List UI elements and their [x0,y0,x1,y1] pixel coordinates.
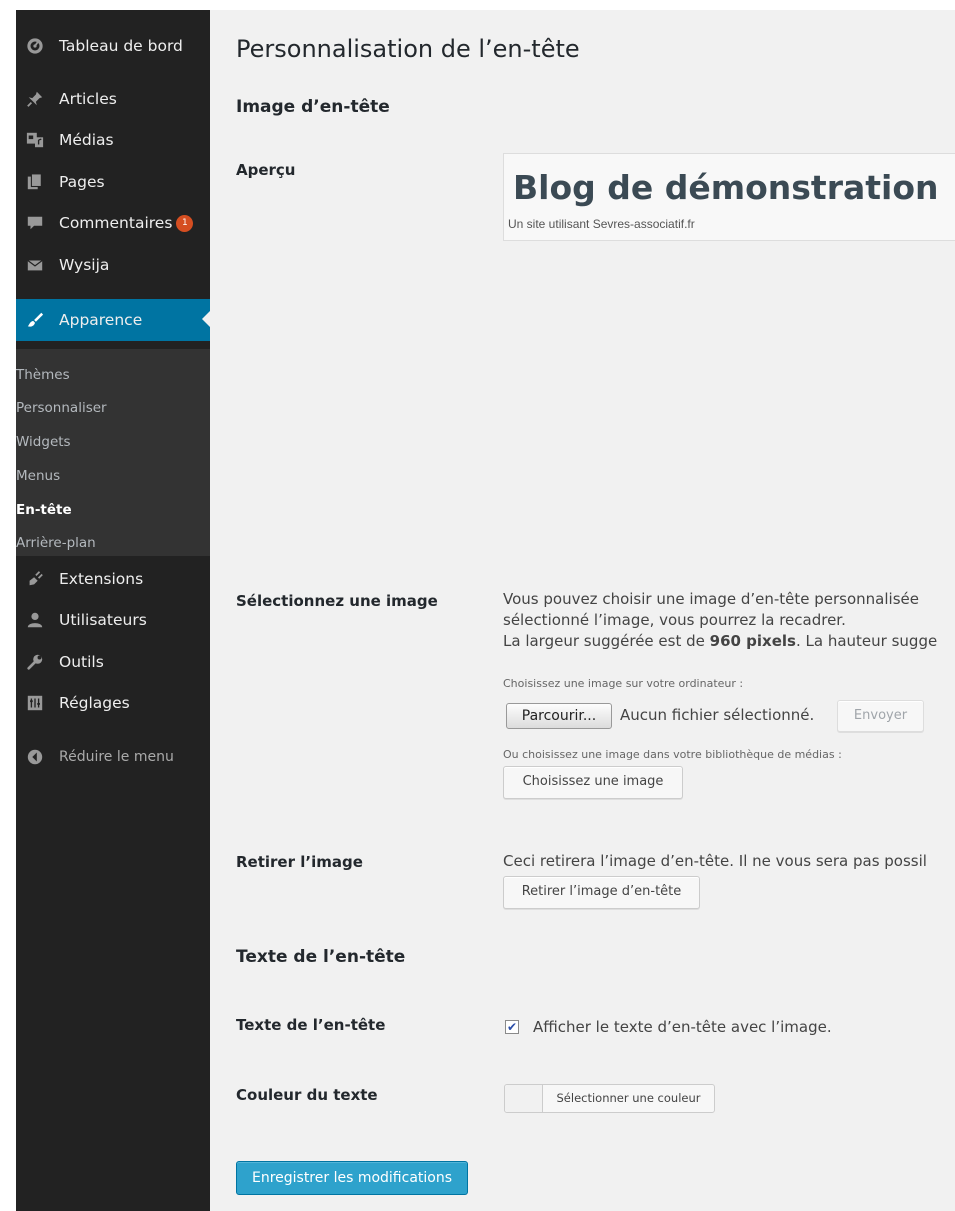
select-image-desc-1: Vous pouvez choisir une image d’en-tête … [503,590,919,608]
preview-label: Aperçu [236,161,296,179]
sidebar-item-label: Réglages [59,694,130,712]
remove-image-desc: Ceci retirera l’image d’en-tête. Il ne v… [503,852,927,870]
pin-icon [27,91,43,107]
sidebar-item-label: Wysija [59,256,110,274]
remove-image-label: Retirer l’image [236,853,363,871]
color-picker-button[interactable]: Sélectionner une couleur [504,1084,715,1113]
sidebar-item-label: Médias [59,131,114,149]
main-content: Personnalisation de l’en-tête Image d’en… [210,10,955,1211]
sidebar-item-label: Apparence [59,311,143,329]
sidebar-item-pages[interactable]: Pages [16,164,210,200]
sidebar-item-extensions[interactable]: Extensions [16,561,210,597]
appearance-submenu: Thèmes Personnaliser Widgets Menus En-tê… [16,349,210,556]
select-color-label: Sélectionner une couleur [556,1091,701,1105]
admin-sidebar: Tableau de bord Articles Médias Pages Co… [16,10,210,1211]
dashboard-icon [27,38,43,54]
submenu-item-widgets[interactable]: Widgets [16,434,71,450]
collapse-arrow-icon [27,749,43,765]
color-swatch[interactable] [505,1085,543,1112]
library-hint: Ou choisissez une image dans votre bibli… [503,748,842,761]
select-image-desc-2: sélectionné l’image, vous pourrez la rec… [503,611,846,629]
submenu-item-themes[interactable]: Thèmes [16,367,70,383]
sidebar-item-medias[interactable]: Médias [16,122,210,158]
page-title: Personnalisation de l’en-tête [236,35,580,63]
browse-file-button[interactable]: Parcourir... [506,703,612,729]
submenu-item-arriere-plan[interactable]: Arrière-plan [16,535,96,551]
sidebar-item-label: Utilisateurs [59,611,147,629]
pages-icon [27,173,42,190]
header-text-label: Texte de l’en-tête [236,1016,386,1034]
show-header-text-checkbox[interactable]: ✔ [505,1020,519,1034]
sidebar-item-dashboard[interactable]: Tableau de bord [16,28,210,64]
submenu-item-personnaliser[interactable]: Personnaliser [16,400,107,416]
section-title-header-image: Image d’en-tête [236,97,390,117]
suggested-width: 960 pixels [709,632,796,650]
upload-hint: Choisissez une image sur votre ordinateu… [503,677,744,690]
sidebar-item-label: Articles [59,90,117,108]
sidebar-item-reglages[interactable]: Réglages [16,685,210,721]
comment-count-badge: 1 [176,215,194,232]
comment-icon [27,216,43,230]
submenu-item-en-tete[interactable]: En-tête [16,502,72,518]
preview-site-title: Blog de démonstration [513,168,939,207]
settings-icon [27,695,43,711]
sidebar-item-apparence[interactable]: Apparence [16,299,210,341]
plugin-icon [29,571,43,586]
save-changes-button[interactable]: Enregistrer les modifications [236,1161,468,1195]
select-image-desc-3: La largeur suggérée est de 960 pixels. L… [503,632,938,650]
media-icon [26,132,44,148]
submenu-item-menus[interactable]: Menus [16,468,60,484]
choose-image-button[interactable]: Choisissez une image [503,766,683,799]
remove-header-image-button[interactable]: Retirer l’image d’en-tête [503,876,700,909]
upload-button[interactable]: Envoyer [837,700,924,732]
envelope-icon [27,260,43,271]
wrench-icon [27,654,43,670]
sidebar-item-utilisateurs[interactable]: Utilisateurs [16,602,210,638]
collapse-menu-label: Réduire le menu [59,749,174,765]
select-image-label: Sélectionnez une image [236,592,438,610]
show-header-text-label: Afficher le texte d’en-tête avec l’image… [533,1018,832,1036]
sidebar-item-articles[interactable]: Articles [16,81,210,117]
sidebar-item-outils[interactable]: Outils [16,644,210,680]
sidebar-item-commentaires[interactable]: Commentaires 1 [16,205,210,241]
text-color-label: Couleur du texte [236,1086,378,1104]
sidebar-item-label: Commentaires 1 [59,214,194,232]
collapse-menu-button[interactable]: Réduire le menu [16,739,210,775]
sidebar-item-label: Extensions [59,570,144,588]
preview-tagline: Un site utilisant Sevres-associatif.fr [508,217,695,231]
no-file-selected-text: Aucun fichier sélectionné. [620,706,815,724]
header-preview: Blog de démonstration Un site utilisant … [503,153,955,241]
sidebar-item-label: Pages [59,173,105,191]
section-title-header-text: Texte de l’en-tête [236,947,406,967]
user-icon [27,612,43,628]
paintbrush-icon [27,312,44,327]
sidebar-item-label: Outils [59,653,104,671]
sidebar-item-wysija[interactable]: Wysija [16,247,210,283]
sidebar-item-label: Tableau de bord [59,37,183,55]
